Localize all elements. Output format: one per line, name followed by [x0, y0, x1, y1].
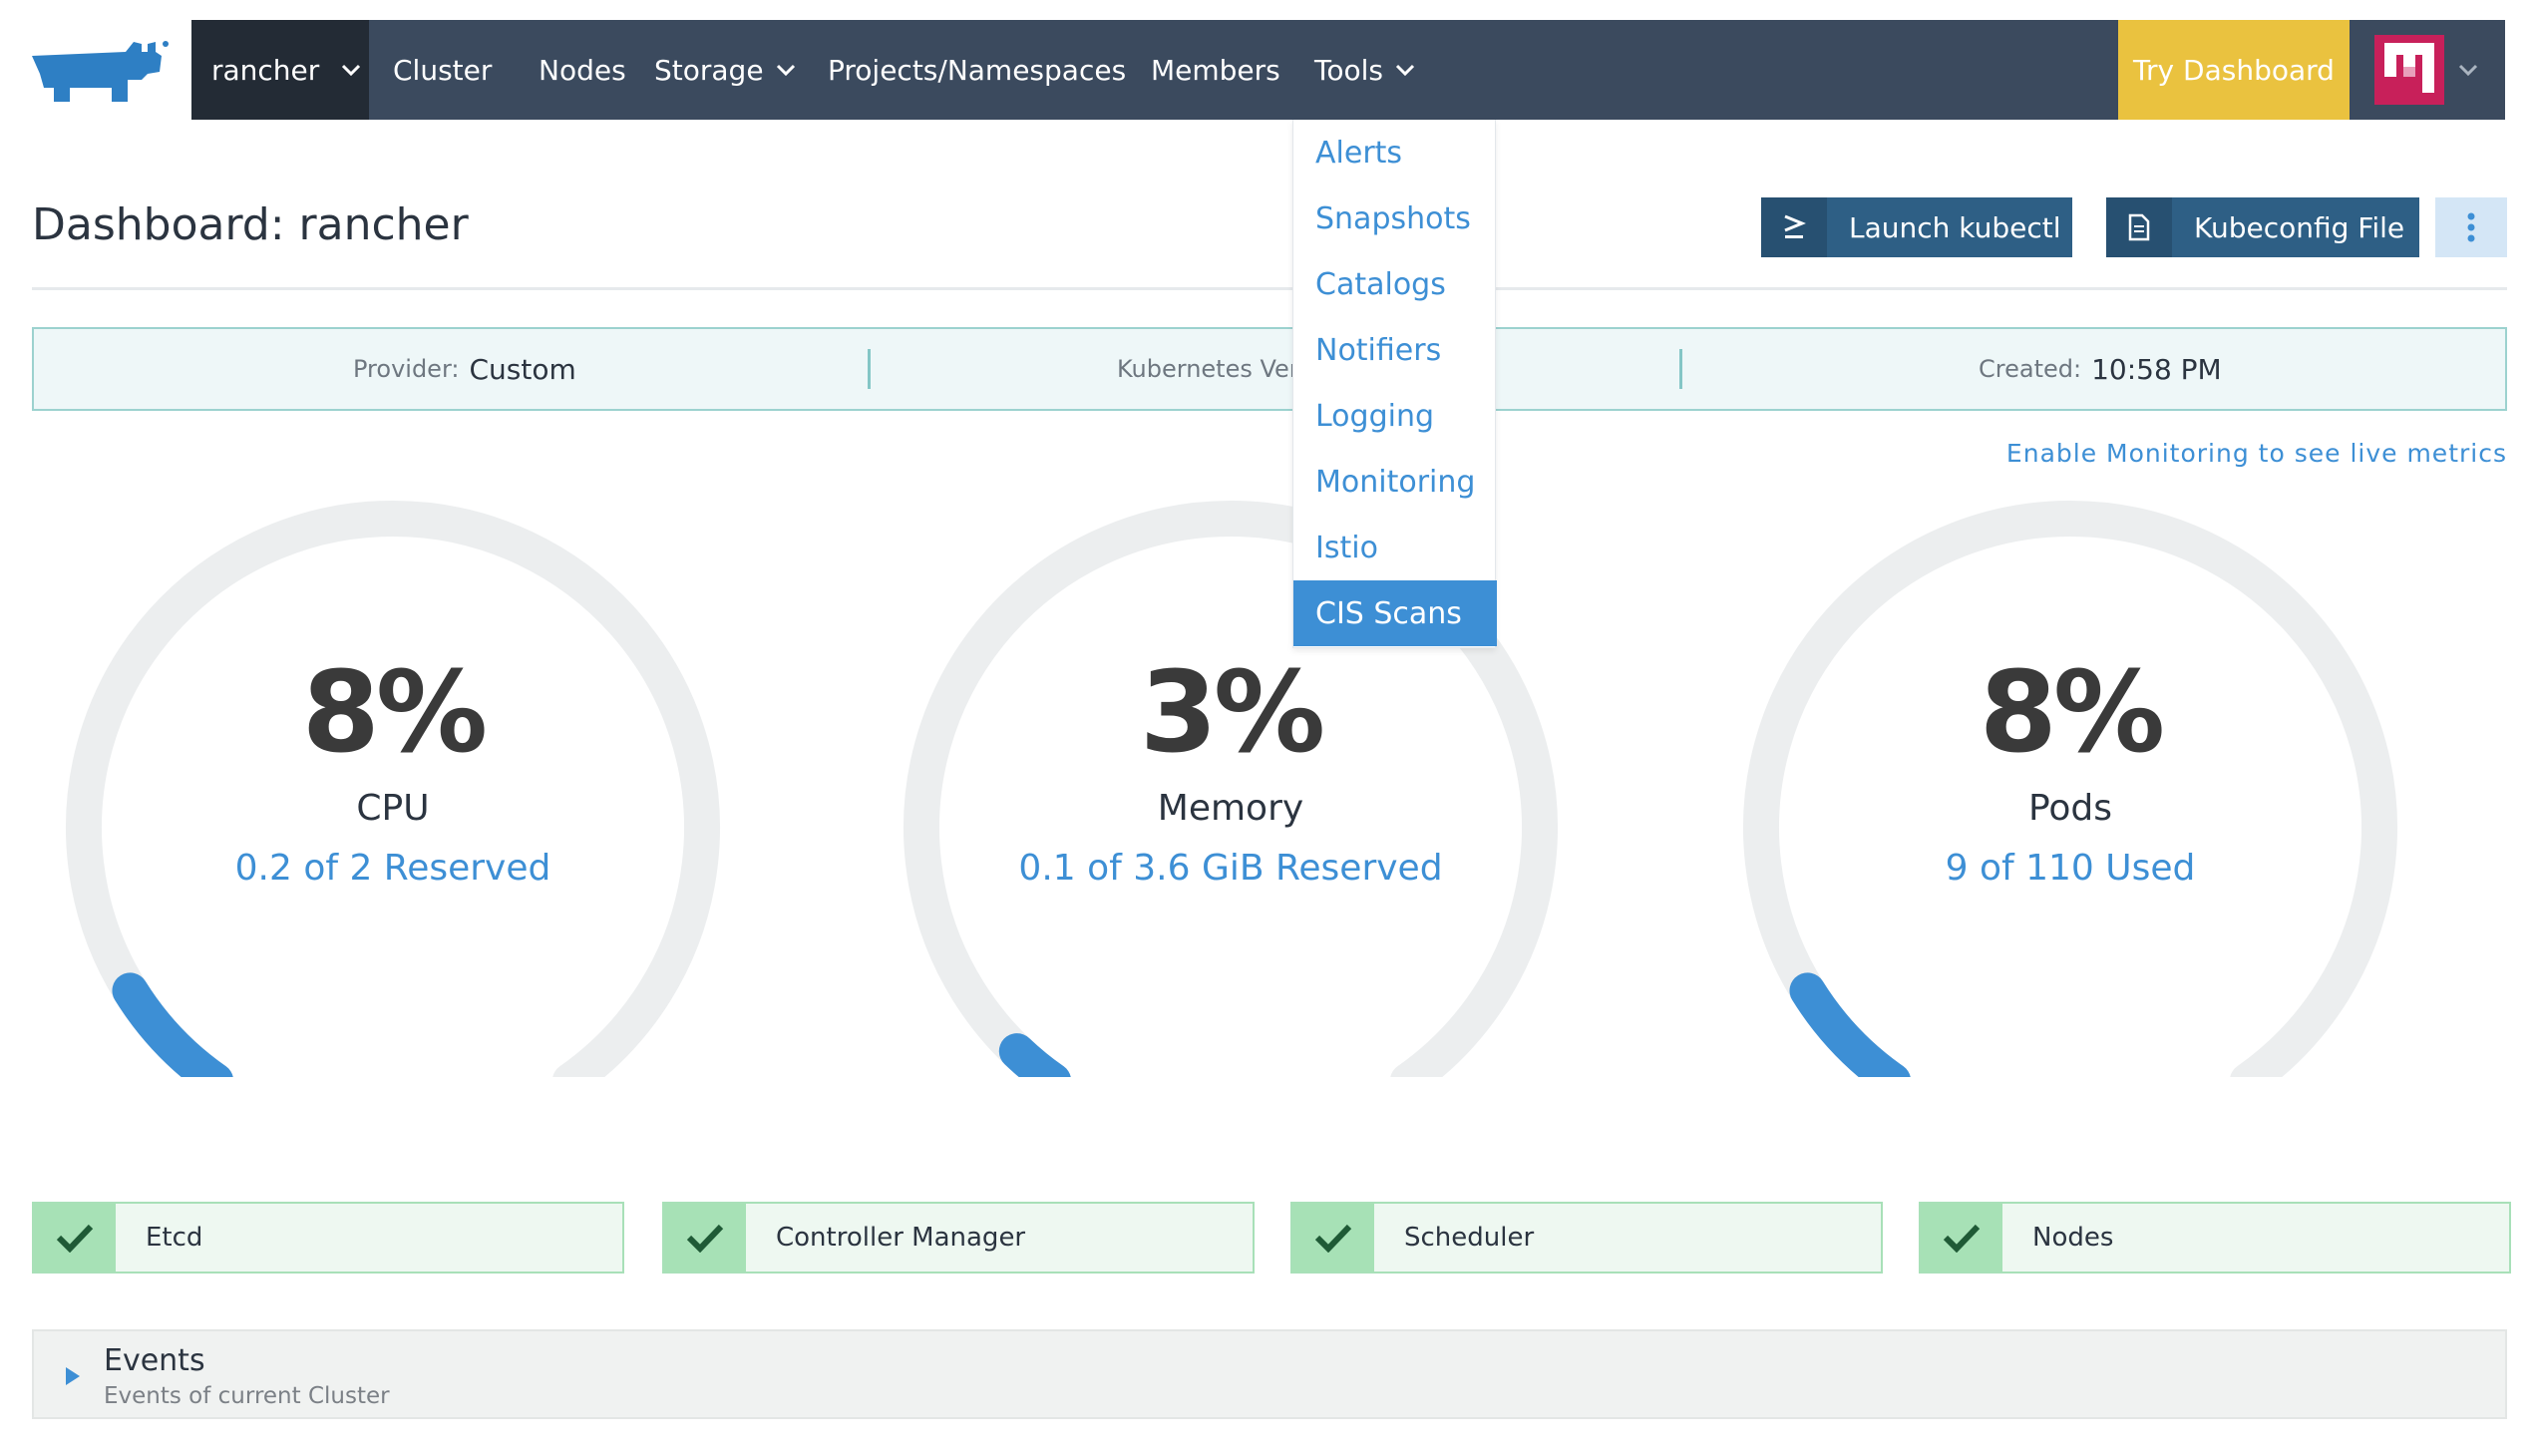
nav-members[interactable]: Members: [1151, 20, 1280, 120]
page-title: Dashboard: rancher: [32, 199, 469, 250]
nav-projects-namespaces[interactable]: Projects/Namespaces: [828, 20, 1126, 120]
gauge-label: Memory: [1157, 788, 1304, 829]
gauge-reserved-link[interactable]: 0.2 of 2 Reserved: [54, 848, 732, 889]
gauge-used-link[interactable]: 9 of 110 Used: [1731, 848, 2409, 889]
gauge-label: CPU: [356, 788, 430, 829]
nav-tools[interactable]: Tools: [1314, 20, 1415, 120]
cluster-switcher[interactable]: rancher: [191, 20, 369, 120]
menu-item-logging[interactable]: Logging: [1293, 383, 1497, 449]
events-subtitle: Events of current Cluster: [104, 1383, 390, 1409]
events-panel[interactable]: Events Events of current Cluster: [32, 1329, 2507, 1419]
chevron-down-icon: [341, 64, 361, 76]
check-icon: [1292, 1204, 1374, 1272]
user-menu[interactable]: [2350, 20, 2505, 120]
provider-info: Provider: Custom: [353, 352, 576, 386]
gauge-percentage: 8%: [301, 648, 488, 778]
chevron-down-icon: [2458, 64, 2478, 76]
gauge-label: Pods: [2027, 788, 2113, 829]
rancher-logo-icon[interactable]: [30, 38, 170, 108]
expand-triangle-icon[interactable]: [64, 1365, 82, 1387]
chevron-down-icon: [1395, 64, 1415, 76]
tools-dropdown-menu: Alerts Snapshots Catalogs Notifiers Logg…: [1292, 120, 1497, 648]
nav-nodes[interactable]: Nodes: [539, 20, 626, 120]
check-icon: [34, 1204, 116, 1272]
avatar: [2374, 35, 2444, 105]
gauge-percentage: 8%: [1979, 648, 2165, 778]
gauge-fill: [112, 972, 233, 1077]
created-info: Created: 10:58 PM: [1979, 352, 2222, 386]
gauge-fill: [1789, 972, 1911, 1077]
menu-item-catalogs[interactable]: Catalogs: [1293, 251, 1497, 317]
nodes-status-card: Nodes: [1919, 1202, 2511, 1274]
nav-cluster[interactable]: Cluster: [393, 20, 492, 120]
gauge-fill: [998, 1033, 1071, 1077]
menu-item-monitoring[interactable]: Monitoring: [1293, 449, 1497, 515]
etcd-status-card: Etcd: [32, 1202, 624, 1274]
cpu-gauge: 8% CPU 0.2 of 2 Reserved: [54, 499, 732, 1077]
kubernetes-version-info: Kubernetes Ver: [1117, 355, 1299, 383]
menu-item-cis-scans[interactable]: CIS Scans: [1293, 580, 1497, 646]
file-icon: [2106, 197, 2172, 257]
cluster-info-bar: Provider: Custom Kubernetes Ver Created:…: [32, 327, 2507, 411]
menu-item-alerts[interactable]: Alerts: [1293, 120, 1497, 185]
top-navbar: rancher Cluster Nodes Storage Projects/N…: [191, 20, 2505, 120]
more-actions-button[interactable]: [2435, 197, 2507, 257]
kubeconfig-file-button[interactable]: Kubeconfig File: [2106, 197, 2419, 257]
gauge-percentage: 3%: [1139, 648, 1325, 778]
vertical-dots-icon: [2467, 212, 2475, 242]
nav-storage[interactable]: Storage: [654, 20, 796, 120]
info-divider: [1679, 349, 1682, 389]
header-divider: [32, 287, 2507, 290]
controller-manager-status-card: Controller Manager: [662, 1202, 1255, 1274]
menu-item-notifiers[interactable]: Notifiers: [1293, 317, 1497, 383]
launch-kubectl-button[interactable]: Launch kubectl: [1761, 197, 2072, 257]
gauge-reserved-link[interactable]: 0.1 of 3.6 GiB Reserved: [892, 848, 1570, 889]
info-divider: [868, 349, 871, 389]
enable-monitoring-link[interactable]: Enable Monitoring to see live metrics: [2006, 439, 2507, 468]
scheduler-status-card: Scheduler: [1290, 1202, 1883, 1274]
check-icon: [664, 1204, 746, 1272]
menu-item-istio[interactable]: Istio: [1293, 515, 1497, 580]
try-dashboard-button[interactable]: Try Dashboard: [2118, 20, 2350, 120]
pods-gauge: 8% Pods 9 of 110 Used: [1731, 499, 2409, 1077]
menu-item-snapshots[interactable]: Snapshots: [1293, 185, 1497, 251]
chevron-down-icon: [776, 64, 796, 76]
cluster-name: rancher: [211, 53, 320, 87]
check-icon: [1921, 1204, 2002, 1272]
terminal-icon: [1761, 197, 1827, 257]
events-title: Events: [104, 1343, 205, 1378]
